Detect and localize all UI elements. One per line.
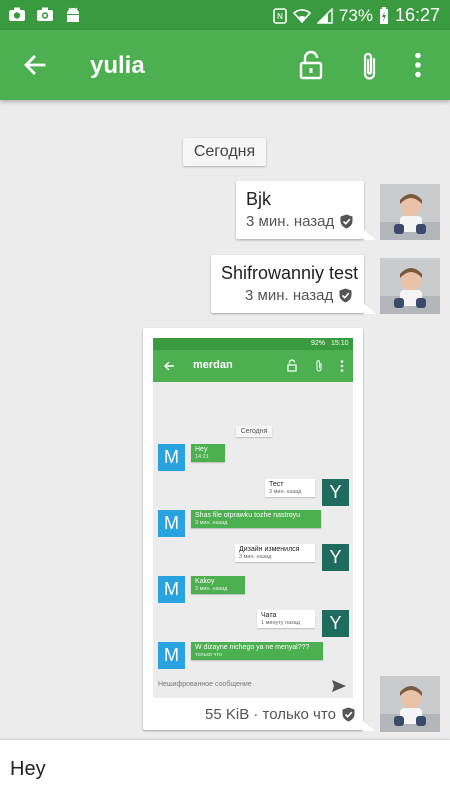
message-time: 14:21 <box>195 454 209 460</box>
mini-message: Shas file otprawku tozhe nastroyu 3 мин.… <box>191 510 321 528</box>
mini-conversation-title: merdan <box>193 359 233 371</box>
mini-message: W dizayne nichego ya ne menyal??? только… <box>191 642 323 660</box>
avatar: Y <box>322 479 349 506</box>
mini-status-time: 15:10 <box>331 340 349 347</box>
mini-status-bar: 92% 15:10 <box>153 338 353 350</box>
avatar: M <box>158 444 185 471</box>
nfc-icon: N <box>273 7 287 24</box>
shield-check-icon <box>340 214 353 229</box>
message-text: Shas file otprawku tozhe nastroyu <box>195 512 301 519</box>
avatar: M <box>158 510 185 537</box>
screenshot-icon <box>37 7 53 21</box>
signal-icon <box>316 7 333 24</box>
avatar[interactable] <box>380 258 440 314</box>
camera-icon <box>9 7 25 21</box>
battery-icon <box>379 6 388 24</box>
status-time: 16:27 <box>394 5 440 25</box>
attach-icon <box>316 360 322 372</box>
shield-check-icon <box>342 707 355 722</box>
date-divider: Сегодня <box>183 138 266 166</box>
android-icon <box>67 7 79 22</box>
message-time: 55 KiB · только что <box>205 706 336 723</box>
more-vert-icon <box>340 360 344 372</box>
message-time: 3 мин. назад <box>246 213 335 230</box>
mini-status-battery: 92% <box>311 340 326 347</box>
avatar: Y <box>322 610 349 637</box>
status-bar: N 73% 16:27 <box>0 0 450 30</box>
message-text: Kakoy <box>195 578 215 585</box>
mini-composer-placeholder: Нешифрованное сообщение <box>158 681 252 688</box>
mini-message: Kakoy 2 мин. назад <box>191 576 245 594</box>
svg-text:N: N <box>277 12 283 21</box>
avatar: Y <box>322 544 349 571</box>
bubble-tail <box>364 230 376 240</box>
notification-icons <box>8 6 82 24</box>
attach-icon[interactable] <box>360 50 380 82</box>
message-time: 3 мин. назад <box>269 489 302 495</box>
message-text: Тест <box>269 481 284 488</box>
message-text: Hey <box>195 446 208 453</box>
message-time: 2 мин. назад <box>195 586 228 592</box>
message-time: 3 мин. назад <box>239 554 272 560</box>
avatar: M <box>158 576 185 603</box>
mini-message: Чата 1 минуту назад <box>257 610 315 628</box>
message-text: Чата <box>261 612 277 619</box>
message-meta: 3 мин. назад <box>245 287 352 304</box>
message-time: 3 мин. назад <box>245 287 334 304</box>
message-bubble[interactable]: Bjk 3 мин. назад <box>236 181 364 239</box>
mini-message: Hey 14:21 <box>191 444 225 462</box>
avatar[interactable] <box>380 676 440 732</box>
avatar: M <box>158 642 185 669</box>
wifi-icon <box>292 8 311 23</box>
message-text: W dizayne nichego ya ne menyal??? <box>195 644 310 651</box>
mini-composer: Нешифрованное сообщение <box>153 674 353 698</box>
lock-open-icon <box>287 359 297 372</box>
mini-message: Тест 3 мин. назад <box>265 479 315 497</box>
battery-percent: 73% <box>338 5 373 25</box>
message-time: 1 минуту назад <box>261 620 300 626</box>
message-text: Bjk <box>246 189 272 209</box>
mini-message: Дизайн изменился 3 мин. назад <box>235 544 315 562</box>
back-arrow-icon <box>164 361 174 371</box>
message-meta: 55 KiB · только что <box>205 706 355 723</box>
message-input[interactable] <box>10 758 370 781</box>
more-vert-icon[interactable] <box>414 52 422 78</box>
send-icon <box>332 680 346 692</box>
message-time: только что <box>195 652 222 658</box>
app-bar: yulia <box>0 30 450 100</box>
image-attachment[interactable]: 92% 15:10 merdan Сегодня M Hey 14:21 Y Т… <box>153 338 353 698</box>
lock-open-icon[interactable] <box>299 50 323 80</box>
avatar[interactable] <box>380 184 440 240</box>
shield-check-icon <box>339 288 352 303</box>
message-composer <box>0 740 450 800</box>
mini-app-bar: merdan <box>153 350 353 382</box>
message-text: Shifrowanniy test <box>221 263 359 283</box>
bubble-tail <box>364 304 376 314</box>
conversation-title: yulia <box>90 52 145 79</box>
mini-date-divider: Сегодня <box>236 426 272 437</box>
message-meta: 3 мин. назад <box>246 213 353 230</box>
message-bubble[interactable]: Shifrowanniy test 3 мин. назад <box>211 255 364 313</box>
message-time: 3 мин. назад <box>195 520 228 526</box>
back-arrow-icon[interactable] <box>22 52 48 78</box>
message-text: Дизайн изменился <box>239 546 300 553</box>
bubble-tail <box>363 721 375 731</box>
